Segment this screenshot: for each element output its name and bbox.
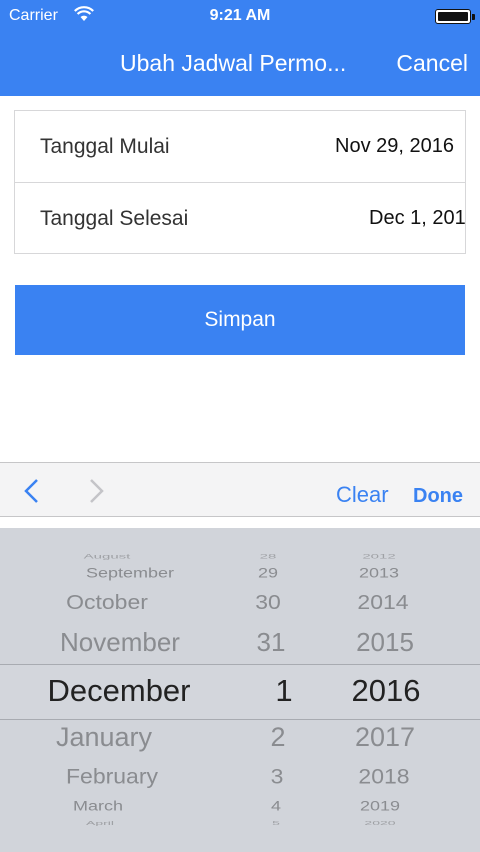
status-bar: Carrier 9:21 AM (0, 0, 480, 32)
picker-year-item[interactable]: 2013 (359, 566, 399, 582)
picker-month-item[interactable]: December (48, 673, 191, 709)
picker-day-item[interactable]: 1 (275, 673, 292, 709)
picker-month-item[interactable]: October (66, 590, 148, 614)
picker-day-item[interactable]: 28 (260, 553, 277, 561)
nav-title: Ubah Jadwal Permo... (120, 50, 347, 76)
start-date-row[interactable]: Tanggal Mulai Nov 29, 2016 (15, 111, 465, 183)
end-date-value[interactable]: Dec 1, 201 (369, 207, 465, 230)
picker-day-item[interactable]: 30 (255, 590, 281, 614)
picker-day-item[interactable]: 3 (271, 764, 284, 789)
date-picker-wheel[interactable]: August September October November December Ja… (0, 528, 480, 852)
picker-year-item[interactable]: 2017 (355, 722, 415, 753)
picker-day-item[interactable]: 29 (258, 566, 278, 582)
end-date-row[interactable]: Tanggal Selesai Dec 1, 201 (15, 183, 465, 253)
picker-month-item[interactable]: January (56, 722, 152, 753)
chevron-right-icon[interactable] (86, 478, 106, 504)
picker-year-item[interactable]: 2018 (358, 764, 409, 789)
top-bar: Carrier 9:21 AM Ubah Jadwal Permo... Can… (0, 0, 480, 96)
save-button[interactable]: Simpan (15, 285, 465, 355)
done-button[interactable]: Done (413, 485, 463, 508)
battery-icon (435, 9, 475, 24)
picker-day-item[interactable]: 31 (257, 627, 286, 658)
picker-day-item[interactable]: 5 (272, 820, 280, 826)
start-date-value[interactable]: Nov 29, 2016 (335, 135, 454, 158)
start-date-label: Tanggal Mulai (40, 135, 170, 158)
picker-year-item[interactable]: 2015 (356, 627, 414, 658)
picker-year-item[interactable]: 2020 (364, 820, 395, 826)
picker-month-item[interactable]: August (84, 553, 131, 561)
clear-button[interactable]: Clear (336, 482, 389, 508)
date-form: Tanggal Mulai Nov 29, 2016 Tanggal Seles… (14, 110, 466, 254)
clock: 9:21 AM (209, 7, 271, 24)
picker-year-item[interactable]: 2012 (362, 553, 395, 561)
picker-year-item[interactable]: 2019 (360, 799, 400, 815)
picker-year-item[interactable]: 2016 (352, 673, 421, 709)
picker-day-item[interactable]: 4 (271, 799, 281, 815)
picker-month-item[interactable]: November (60, 627, 180, 658)
cancel-button[interactable]: Cancel (396, 50, 468, 77)
picker-month-item[interactable]: February (66, 764, 158, 789)
picker-month-item[interactable]: September (86, 566, 174, 582)
picker-day-item[interactable]: 2 (270, 722, 285, 753)
end-date-label: Tanggal Selesai (40, 207, 189, 230)
picker-year-item[interactable]: 2014 (357, 590, 408, 614)
picker-toolbar: Clear Done (0, 462, 480, 517)
chevron-left-icon[interactable] (22, 478, 42, 504)
picker-month-item[interactable]: April (86, 820, 114, 826)
picker-month-item[interactable]: March (73, 799, 123, 815)
